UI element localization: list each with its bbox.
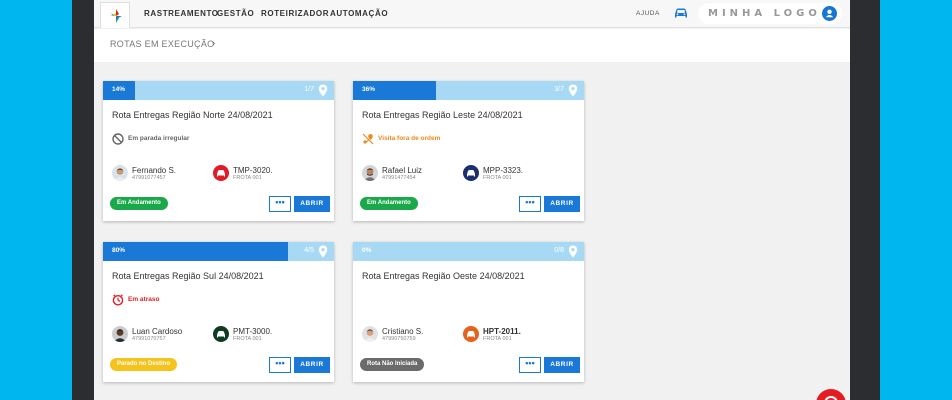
route-title: Rota Entregas Região Sul 24/08/2021 <box>112 271 264 281</box>
driver-name: Fernando S. <box>132 166 177 175</box>
route-alert-text: Em parada irregular <box>128 135 190 142</box>
route-card-sul: 80% 4/5 Rota Entregas Região Sul 24/08/2… <box>103 242 334 382</box>
breadcrumb[interactable]: ROTAS EM EXECUÇÃO <box>110 39 214 49</box>
vehicle-toggle-button[interactable] <box>673 6 689 20</box>
open-route-button[interactable]: ABRIR <box>294 196 330 212</box>
route-progress-bar: 0% 0/8 <box>353 242 584 261</box>
vehicle-car-icon <box>213 326 229 342</box>
more-options-button[interactable]: ••• <box>519 196 541 212</box>
driver-name: Rafael Luiz <box>382 166 423 175</box>
card-actions: ••• ABRIR <box>269 196 330 212</box>
route-alert-text: Visita fora de ordem <box>378 135 441 142</box>
vehicle-car-icon <box>463 326 479 342</box>
progress-percent: 0% <box>362 247 372 254</box>
vehicle-plate: HPT-2011. <box>483 327 521 336</box>
route-title: Rota Entregas Região Leste 24/08/2021 <box>362 110 523 120</box>
route-title: Rota Entregas Região Norte 24/08/2021 <box>112 110 273 120</box>
company-logo-pill: MINHA LOGO <box>698 3 842 24</box>
nav-rastreamento[interactable]: RASTREAMENTO <box>144 9 219 18</box>
card-actions: ••• ABRIR <box>269 357 330 373</box>
more-options-button[interactable]: ••• <box>519 357 541 373</box>
vehicle-fleet: FROTA 001 <box>483 175 512 181</box>
driver-avatar <box>362 165 378 181</box>
open-route-button[interactable]: ABRIR <box>294 357 330 373</box>
route-progress-bar: 14% 1/7 <box>103 81 334 100</box>
route-off-icon <box>362 133 374 145</box>
route-title: Rota Entregas Região Oeste 24/08/2021 <box>362 271 525 281</box>
progress-fill <box>103 242 288 261</box>
progress-steps: 3/7 <box>554 86 564 93</box>
vehicle-fleet: FROTA 001 <box>483 336 512 342</box>
vehicle-fleet: FROTA 001 <box>233 175 262 181</box>
progress-steps: 1/7 <box>304 86 314 93</box>
nav-roteirizador[interactable]: ROTEIRIZADOR <box>261 9 329 18</box>
user-menu-button[interactable] <box>822 6 837 21</box>
driver-phone: 47991477454 <box>382 175 416 181</box>
more-options-button[interactable]: ••• <box>269 357 291 373</box>
driver-phone: 47990750759 <box>382 336 416 342</box>
no-entry-icon <box>112 133 124 145</box>
vehicle-car-icon <box>463 165 479 181</box>
driver-name: Cristiano S. <box>382 327 424 336</box>
more-options-button[interactable]: ••• <box>269 196 291 212</box>
map-pin-icon[interactable] <box>318 245 328 258</box>
route-card-oeste: 0% 0/8 Rota Entregas Região Oeste 24/08/… <box>353 242 584 382</box>
clock-icon <box>112 294 124 306</box>
app-logo[interactable] <box>100 2 130 28</box>
route-card-norte: 14% 1/7 Rota Entregas Região Norte 24/08… <box>103 81 334 221</box>
map-pin-icon[interactable] <box>318 84 328 97</box>
progress-percent: 80% <box>112 247 126 254</box>
vehicle-plate: MPP-3323. <box>483 166 524 175</box>
card-actions: ••• ABRIR <box>519 196 580 212</box>
card-actions: ••• ABRIR <box>519 357 580 373</box>
vehicle-plate: TMP-3020. <box>233 166 273 175</box>
progress-steps: 4/5 <box>304 247 314 254</box>
status-badge: Parado no Destino <box>110 358 178 371</box>
help-link[interactable]: AJUDA <box>636 10 660 17</box>
top-navbar: RASTREAMENTO GESTÃO ROTEIRIZADOR AUTOMAÇ… <box>94 0 850 28</box>
status-badge: Em Andamento <box>360 197 418 210</box>
open-route-button[interactable]: ABRIR <box>544 196 580 212</box>
chevron-right-icon: › <box>212 38 216 49</box>
driver-phone: 47991077457 <box>132 175 166 181</box>
company-logo-text: MINHA LOGO <box>708 8 821 19</box>
driver-avatar <box>112 165 128 181</box>
nav-automacao[interactable]: AUTOMAÇÃO <box>330 9 388 18</box>
driver-phone: 47991070757 <box>132 336 166 342</box>
route-card-leste: 36% 3/7 Rota Entregas Região Leste 24/08… <box>353 81 584 221</box>
progress-percent: 36% <box>362 86 376 93</box>
driver-name: Luan Cardoso <box>132 327 183 336</box>
vehicle-plate: PMT-3000. <box>233 327 273 336</box>
progress-percent: 14% <box>112 86 126 93</box>
user-icon <box>825 9 834 18</box>
map-pin-icon[interactable] <box>568 245 578 258</box>
route-progress-bar: 36% 3/7 <box>353 81 584 100</box>
progress-steps: 0/8 <box>554 247 564 254</box>
route-alert-text: Em atraso <box>128 296 160 303</box>
breadcrumb-bar: ROTAS EM EXECUÇÃO › <box>94 29 850 62</box>
car-icon <box>675 8 687 18</box>
status-badge: Rota Não Iniciada <box>360 358 425 371</box>
vehicle-car-icon <box>213 165 229 181</box>
open-route-button[interactable]: ABRIR <box>544 357 580 373</box>
route-progress-bar: 80% 4/5 <box>103 242 334 261</box>
driver-avatar <box>112 326 128 342</box>
nav-gestao[interactable]: GESTÃO <box>217 9 254 18</box>
status-badge: Em Andamento <box>110 197 168 210</box>
map-pin-icon[interactable] <box>568 84 578 97</box>
driver-avatar <box>362 326 378 342</box>
app-logo-icon <box>110 9 122 23</box>
app-screen: RASTREAMENTO GESTÃO ROTEIRIZADOR AUTOMAÇ… <box>94 0 850 400</box>
vehicle-fleet: FROTA 001 <box>233 336 262 342</box>
